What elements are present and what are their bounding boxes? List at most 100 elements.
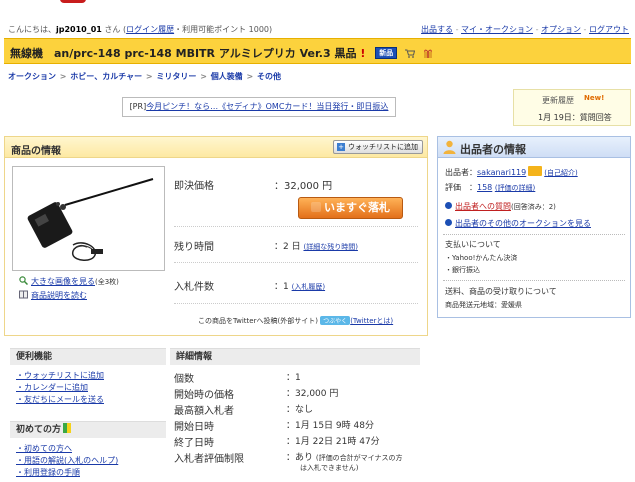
bullet-icon	[445, 202, 452, 209]
yahoo-logo-fragment[interactable]	[60, 0, 86, 3]
detail-label: 最高額入札者	[174, 406, 234, 417]
bid-history-link[interactable]: (入札履歴)	[292, 283, 325, 291]
magnifier-icon	[19, 276, 28, 285]
bid-count: ：1	[274, 282, 289, 292]
title-text: an/prc-148 prc-148 MBITR アルミレプリカ Ver.3 黒…	[54, 47, 357, 60]
payment-heading: 支払いについて	[445, 240, 501, 249]
divider	[443, 234, 625, 235]
buyout-price-value: ：32,000 円	[274, 181, 333, 192]
greeting-suffix: さん	[104, 25, 121, 34]
detail-label: 個数	[174, 374, 194, 385]
detail-value: ：1月 22日 21時 47分	[286, 437, 380, 447]
restriction-value: ：あり	[286, 453, 314, 463]
breadcrumb-military[interactable]: ミリタリー	[156, 72, 196, 81]
options-link[interactable]: オプション	[541, 25, 581, 34]
payment-method: ・銀行振込	[445, 266, 480, 274]
other-auctions-link[interactable]: 出品者のその他のオークションを見る	[455, 219, 591, 228]
points-info: ・利用可能ポイント 1000	[174, 25, 269, 34]
divider	[443, 280, 625, 281]
top-links: 出品する - マイ・オークション - オプション - ログアウト	[421, 25, 629, 34]
detail-row-top-bidder: 最高額入札者 ：なし	[174, 402, 313, 417]
item-title: 無線機 an/prc-148 prc-148 MBITR アルミレプリカ Ver…	[10, 45, 433, 61]
beginner-item[interactable]: ・初めての方へ	[16, 443, 118, 455]
new-badge: 新品	[375, 47, 398, 59]
my-auction-link[interactable]: マイ・オークション	[461, 25, 533, 34]
update-history-link[interactable]: 更新履歴	[542, 95, 574, 106]
product-info-header: 商品の情報 + ウォッチリストに追加	[4, 136, 428, 158]
book-icon	[19, 290, 28, 299]
greeting: こんにちは、jp2010_01 さん (ログイン履歴・利用可能ポイント 1000…	[8, 25, 273, 34]
time-left-label: 残り時間	[174, 242, 214, 253]
update-history-box: 更新履歴 New! 1月 19日：質問回答	[513, 89, 631, 126]
self-intro-link[interactable]: (自己紹介)	[544, 169, 577, 177]
rating-value-link[interactable]: 158	[477, 183, 492, 192]
restriction-note: は入札できません)	[300, 464, 359, 472]
rating-detail-link[interactable]: (評価の詳細)	[495, 184, 535, 192]
seller-row: 出品者：sakanari119 (自己紹介)	[445, 166, 578, 178]
seller-question-link[interactable]: 出品者への質問	[455, 202, 511, 211]
buyout-price-label: 即決価格	[174, 181, 214, 192]
person-icon	[443, 140, 456, 154]
bid-count-value: ：1 (入札履歴)	[274, 279, 325, 292]
details-heading: 詳細情報	[170, 348, 420, 365]
beginner-icon	[63, 423, 72, 433]
tweet-button[interactable]: つぶやく	[320, 316, 351, 325]
shipping-region: 商品発送元地域：愛媛県	[445, 301, 522, 309]
new-label: New!	[584, 94, 605, 102]
breadcrumb-auction[interactable]: オークション	[8, 72, 56, 81]
gift-icon[interactable]	[423, 49, 433, 58]
beginner-label: 用語の解説(入札のヘルプ)	[24, 456, 119, 465]
time-left-value: ：2 日 (詳細な残り時間)	[274, 239, 358, 252]
login-history-link[interactable]: ログイン履歴	[126, 25, 174, 34]
payment-method-name: Yahoo!かんたん決済	[452, 254, 518, 262]
buy-now-button[interactable]: いますぐ落札	[298, 197, 403, 219]
rating-label: 評価 ：	[445, 183, 477, 192]
beginner-heading: 初めての方	[10, 421, 166, 438]
seller-label: 出品者：	[445, 168, 477, 177]
restriction-note: (評価の合計がマイナスの方	[315, 454, 403, 462]
breadcrumb-hobby[interactable]: ホビー、カルチャー	[70, 72, 142, 81]
read-description-link[interactable]: 商品説明を読む	[31, 291, 87, 300]
feature-item[interactable]: ・カレンダーに追加	[16, 382, 104, 394]
features-list: ・ウォッチリストに追加 ・カレンダーに追加 ・友だちにメールを送る	[16, 370, 104, 406]
question-row: 出品者への質問(回答済み：2)	[445, 201, 556, 212]
divider	[174, 262, 418, 263]
greeting-prefix: こんにちは、	[8, 25, 56, 34]
detail-value: ：1月 15日 9時 48分	[286, 421, 374, 431]
pr-link[interactable]: 今月ピンチ！なら…《セディナ》OMCカード！当日発行・即日振込	[146, 102, 388, 111]
buy-now-label: いますぐ落札	[324, 201, 390, 214]
breadcrumb: オークション > ホビー、カルチャー > ミリタリー > 個人装備 > その他	[8, 72, 281, 81]
twitter-share-text: この商品をTwitterへ投稿(外部サイト)	[198, 317, 318, 325]
feature-label: ウォッチリストに追加	[24, 371, 104, 380]
detail-row-bidder-restriction: 入札者評価制限 ：あり (評価の合計がマイナスの方 は入札できません)	[174, 450, 402, 472]
feature-item[interactable]: ・友だちにメールを送る	[16, 394, 104, 406]
breadcrumb-personal-gear[interactable]: 個人装備	[211, 72, 243, 81]
detail-label: 開始時の価格	[174, 390, 234, 401]
seller-info-header: 出品者の情報	[437, 136, 631, 158]
beginner-item[interactable]: ・利用登録の手順	[16, 467, 118, 479]
what-is-twitter-link[interactable]: (Twitterとは)	[350, 317, 393, 325]
view-large-image-link[interactable]: 大きな画像を見る	[31, 277, 95, 286]
breadcrumb-other[interactable]: その他	[257, 72, 281, 81]
pr-banner: [PR]今月ピンチ！なら…《セディナ》OMCカード！当日発行・即日振込	[122, 97, 396, 117]
bid-count-label: 入札件数	[174, 282, 214, 293]
payment-method: ・Yahoo!かんたん決済	[445, 254, 518, 262]
seller-name-link[interactable]: sakanari119	[477, 168, 526, 177]
image-links: 大きな画像を見る(全3枚) 商品説明を読む	[19, 275, 119, 303]
seller-info-title: 出品者の情報	[460, 143, 526, 156]
watch-button-label: ウォッチリストに追加	[348, 143, 418, 151]
divider	[174, 226, 418, 227]
feature-item[interactable]: ・ウォッチリストに追加	[16, 370, 104, 382]
sell-link[interactable]: 出品する	[421, 25, 453, 34]
seller-badge-icon	[528, 166, 543, 176]
user-name: jp2010_01	[56, 25, 102, 34]
cart-icon[interactable]	[405, 49, 416, 58]
add-watchlist-button[interactable]: + ウォッチリストに追加	[333, 140, 423, 154]
time-left-detail-link[interactable]: (詳細な残り時間)	[303, 243, 357, 251]
detail-label: 終了日時	[174, 438, 214, 449]
beginner-item[interactable]: ・用語の解説(入札のヘルプ)	[16, 455, 118, 467]
product-image[interactable]	[12, 166, 165, 271]
logout-link[interactable]: ログアウト	[589, 25, 629, 34]
product-info-title: 商品の情報	[11, 146, 61, 157]
detail-value: ：1	[286, 373, 301, 383]
